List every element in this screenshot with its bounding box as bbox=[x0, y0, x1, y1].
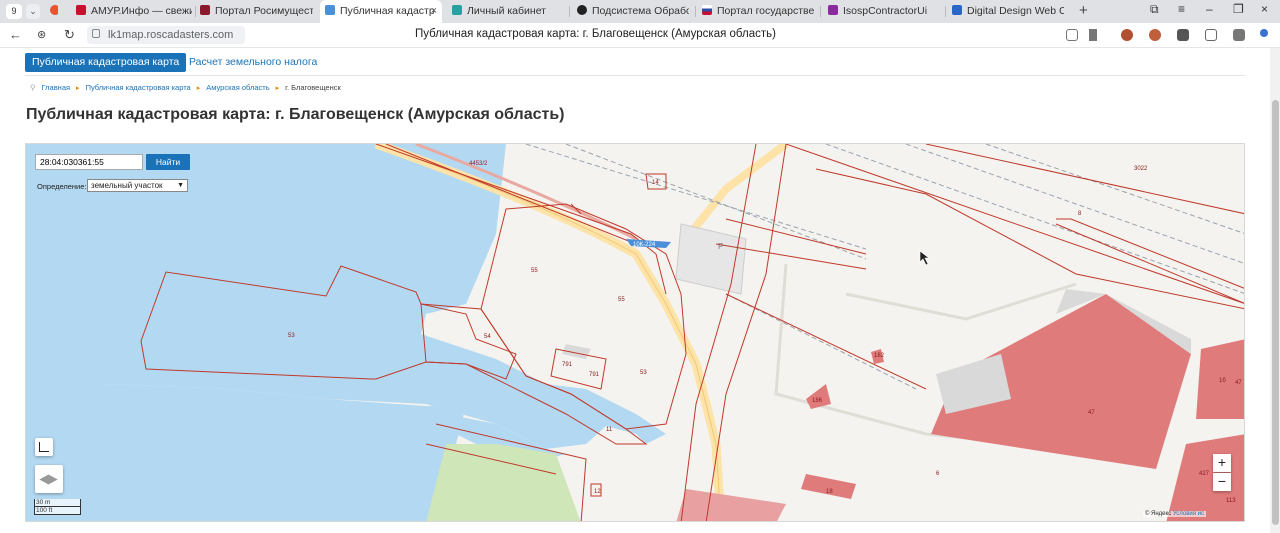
parcel-label: 791 bbox=[562, 362, 573, 368]
browser-tab-bar: 9 ⌄ АМУР.Инфо — свежие Портал Росимущест… bbox=[0, 0, 1280, 23]
extension-icon[interactable] bbox=[1066, 29, 1078, 41]
tab-gov-portal[interactable]: Портал государствен bbox=[702, 0, 814, 23]
layers-icon bbox=[39, 474, 58, 485]
parcel-label: 12 bbox=[594, 489, 601, 495]
chevron-down-icon: ▼ bbox=[177, 182, 184, 189]
new-tab-button[interactable]: + bbox=[1079, 2, 1088, 19]
rosim-favicon-icon bbox=[200, 5, 210, 15]
close-tab-icon[interactable]: × bbox=[431, 0, 437, 23]
pinned-tab-icon[interactable] bbox=[50, 0, 58, 23]
location-pin-icon: ⚲ bbox=[30, 83, 36, 92]
ext-2-icon[interactable] bbox=[1149, 29, 1161, 41]
land-tax-link[interactable]: Расчет земельного налога bbox=[189, 56, 317, 68]
breadcrumb-city: г. Благовещенск bbox=[285, 83, 341, 92]
definition-select[interactable]: земельный участок ▼ bbox=[87, 179, 188, 192]
river-lower bbox=[26, 384, 466, 521]
breadcrumb: ⚲ Главная ▸ Публичная кадастровая карта ▸ Аму… bbox=[30, 83, 341, 92]
parcel-label: 1б bbox=[1219, 378, 1226, 384]
copyright-text: © Яндекс bbox=[1144, 511, 1172, 517]
isosp-favicon-icon bbox=[828, 5, 838, 15]
definition-value: земельный участок bbox=[91, 181, 163, 190]
tab-digital-design[interactable]: Digital Design Web Clie bbox=[952, 0, 1064, 23]
tab-count-badge[interactable]: 9 bbox=[6, 4, 22, 19]
zoom-in-button[interactable]: + bbox=[1213, 454, 1231, 472]
scale-feet: 100 ft bbox=[34, 507, 81, 515]
url-text[interactable]: lk1map.roscadasters.com bbox=[108, 29, 233, 41]
tab-processing-subsystem[interactable]: Подсистема Обработк bbox=[577, 0, 689, 23]
breadcrumb-home[interactable]: Главная bbox=[42, 83, 71, 92]
subsystem-favicon-icon bbox=[577, 5, 587, 15]
ext-3-icon[interactable] bbox=[1177, 29, 1189, 41]
parcel-label: 54 bbox=[484, 334, 491, 340]
parcel-label: 47 bbox=[1235, 380, 1242, 386]
terms-link[interactable]: Условия ис bbox=[1173, 511, 1204, 517]
parcel-label: 113 bbox=[1226, 498, 1236, 504]
parcel-label: 791 bbox=[589, 372, 600, 378]
close-window-icon[interactable]: × bbox=[1261, 2, 1268, 16]
page-heading: Публичная кадастровая карта: г. Благовещ… bbox=[26, 106, 565, 123]
parcel-label: 11 bbox=[606, 427, 613, 433]
parcel-label: 182 bbox=[874, 353, 885, 359]
tab-rosim[interactable]: Портал Росимущества bbox=[200, 0, 313, 23]
breadcrumb-arrow-icon: ▸ bbox=[275, 85, 280, 92]
parcel-label: 3022 bbox=[1134, 166, 1148, 172]
frame-icon bbox=[39, 442, 49, 452]
parcel-label: 18 bbox=[826, 489, 833, 495]
parcel-label: 427 bbox=[1199, 471, 1210, 477]
map-copyright: © Яндекс Условия ис bbox=[1142, 511, 1206, 517]
page-title-bar: Публичная кадастровая карта: г. Благовещ… bbox=[415, 28, 776, 40]
scrollbar-thumb[interactable] bbox=[1272, 100, 1279, 525]
breadcrumb-region[interactable]: Амурская область bbox=[206, 83, 269, 92]
parcel-label: 4453/2 bbox=[469, 161, 488, 167]
reload-icon[interactable]: ↻ bbox=[64, 27, 75, 43]
parcel-label: 14 bbox=[652, 180, 659, 186]
map-favicon-icon bbox=[325, 5, 335, 15]
cadastral-map-button[interactable]: Публичная кадастровая карта bbox=[25, 53, 187, 72]
cadastral-map[interactable]: 10К-224 P 4453/2 55 55 53 54 791 791 53 … bbox=[25, 143, 1245, 522]
tab-amur-info[interactable]: АМУР.Инфо — свежие bbox=[76, 0, 192, 23]
cabinet-favicon-icon bbox=[452, 5, 462, 15]
map-canvas[interactable]: 10К-224 P 4453/2 55 55 53 54 791 791 53 … bbox=[26, 144, 1245, 522]
parking-label: P bbox=[718, 242, 723, 251]
map-scale: 30 m 100 ft bbox=[34, 499, 81, 515]
parcel-label: 186 bbox=[812, 398, 823, 404]
layer-switch-button[interactable] bbox=[35, 438, 53, 456]
ext-5-icon[interactable] bbox=[1233, 29, 1245, 41]
parcel-label: 47 bbox=[1088, 410, 1095, 416]
tab-personal-cabinet[interactable]: Личный кабинет bbox=[452, 0, 562, 23]
definition-label: Определение: bbox=[37, 182, 87, 191]
parcel-label: 53 bbox=[288, 333, 295, 339]
breadcrumb-arrow-icon: ▸ bbox=[196, 85, 201, 92]
cadastral-search-input[interactable] bbox=[35, 154, 143, 170]
breadcrumb-map[interactable]: Публичная кадастровая карта bbox=[86, 83, 191, 92]
lock-icon bbox=[92, 29, 100, 38]
find-button[interactable]: Найти bbox=[146, 154, 190, 170]
bookmark-icon[interactable] bbox=[1089, 29, 1097, 41]
flag-favicon-icon bbox=[702, 5, 712, 15]
parcel-label: 55 bbox=[618, 297, 625, 303]
menu-icon[interactable]: ≡ bbox=[1178, 2, 1185, 16]
restore-icon[interactable]: ❐ bbox=[1233, 2, 1244, 16]
breadcrumb-arrow-icon: ▸ bbox=[76, 85, 80, 92]
tab-cadastral-map[interactable]: Публичная кадастр × bbox=[320, 0, 442, 23]
ext-4-icon[interactable] bbox=[1205, 29, 1217, 41]
road-label: 10К-224 bbox=[633, 242, 656, 248]
profile-ext-icon[interactable] bbox=[1121, 29, 1133, 41]
parcel-label: 55 bbox=[531, 268, 538, 274]
ext-6-icon[interactable] bbox=[1260, 29, 1268, 37]
zoom-out-button[interactable]: − bbox=[1213, 473, 1231, 491]
chevron-down-icon[interactable]: ⌄ bbox=[26, 4, 40, 19]
minimize-icon[interactable]: – bbox=[1206, 2, 1213, 16]
parcel-label: 53 bbox=[640, 370, 647, 376]
address-bar: ← ⊛ ↻ lk1map.roscadasters.com Публичная … bbox=[0, 23, 1280, 48]
divider bbox=[25, 75, 1245, 76]
tab-isosp[interactable]: IsospContractorUi bbox=[828, 0, 940, 23]
back-arrow-icon[interactable]: ← bbox=[9, 27, 22, 42]
shield-icon[interactable]: ⊛ bbox=[37, 28, 46, 41]
layers-button[interactable] bbox=[35, 465, 63, 493]
amur-favicon-icon bbox=[76, 5, 86, 15]
bookmarks-icon[interactable]: ⧉ bbox=[1150, 2, 1159, 17]
scale-meters: 30 m bbox=[34, 499, 81, 507]
dd-favicon-icon bbox=[952, 5, 962, 15]
